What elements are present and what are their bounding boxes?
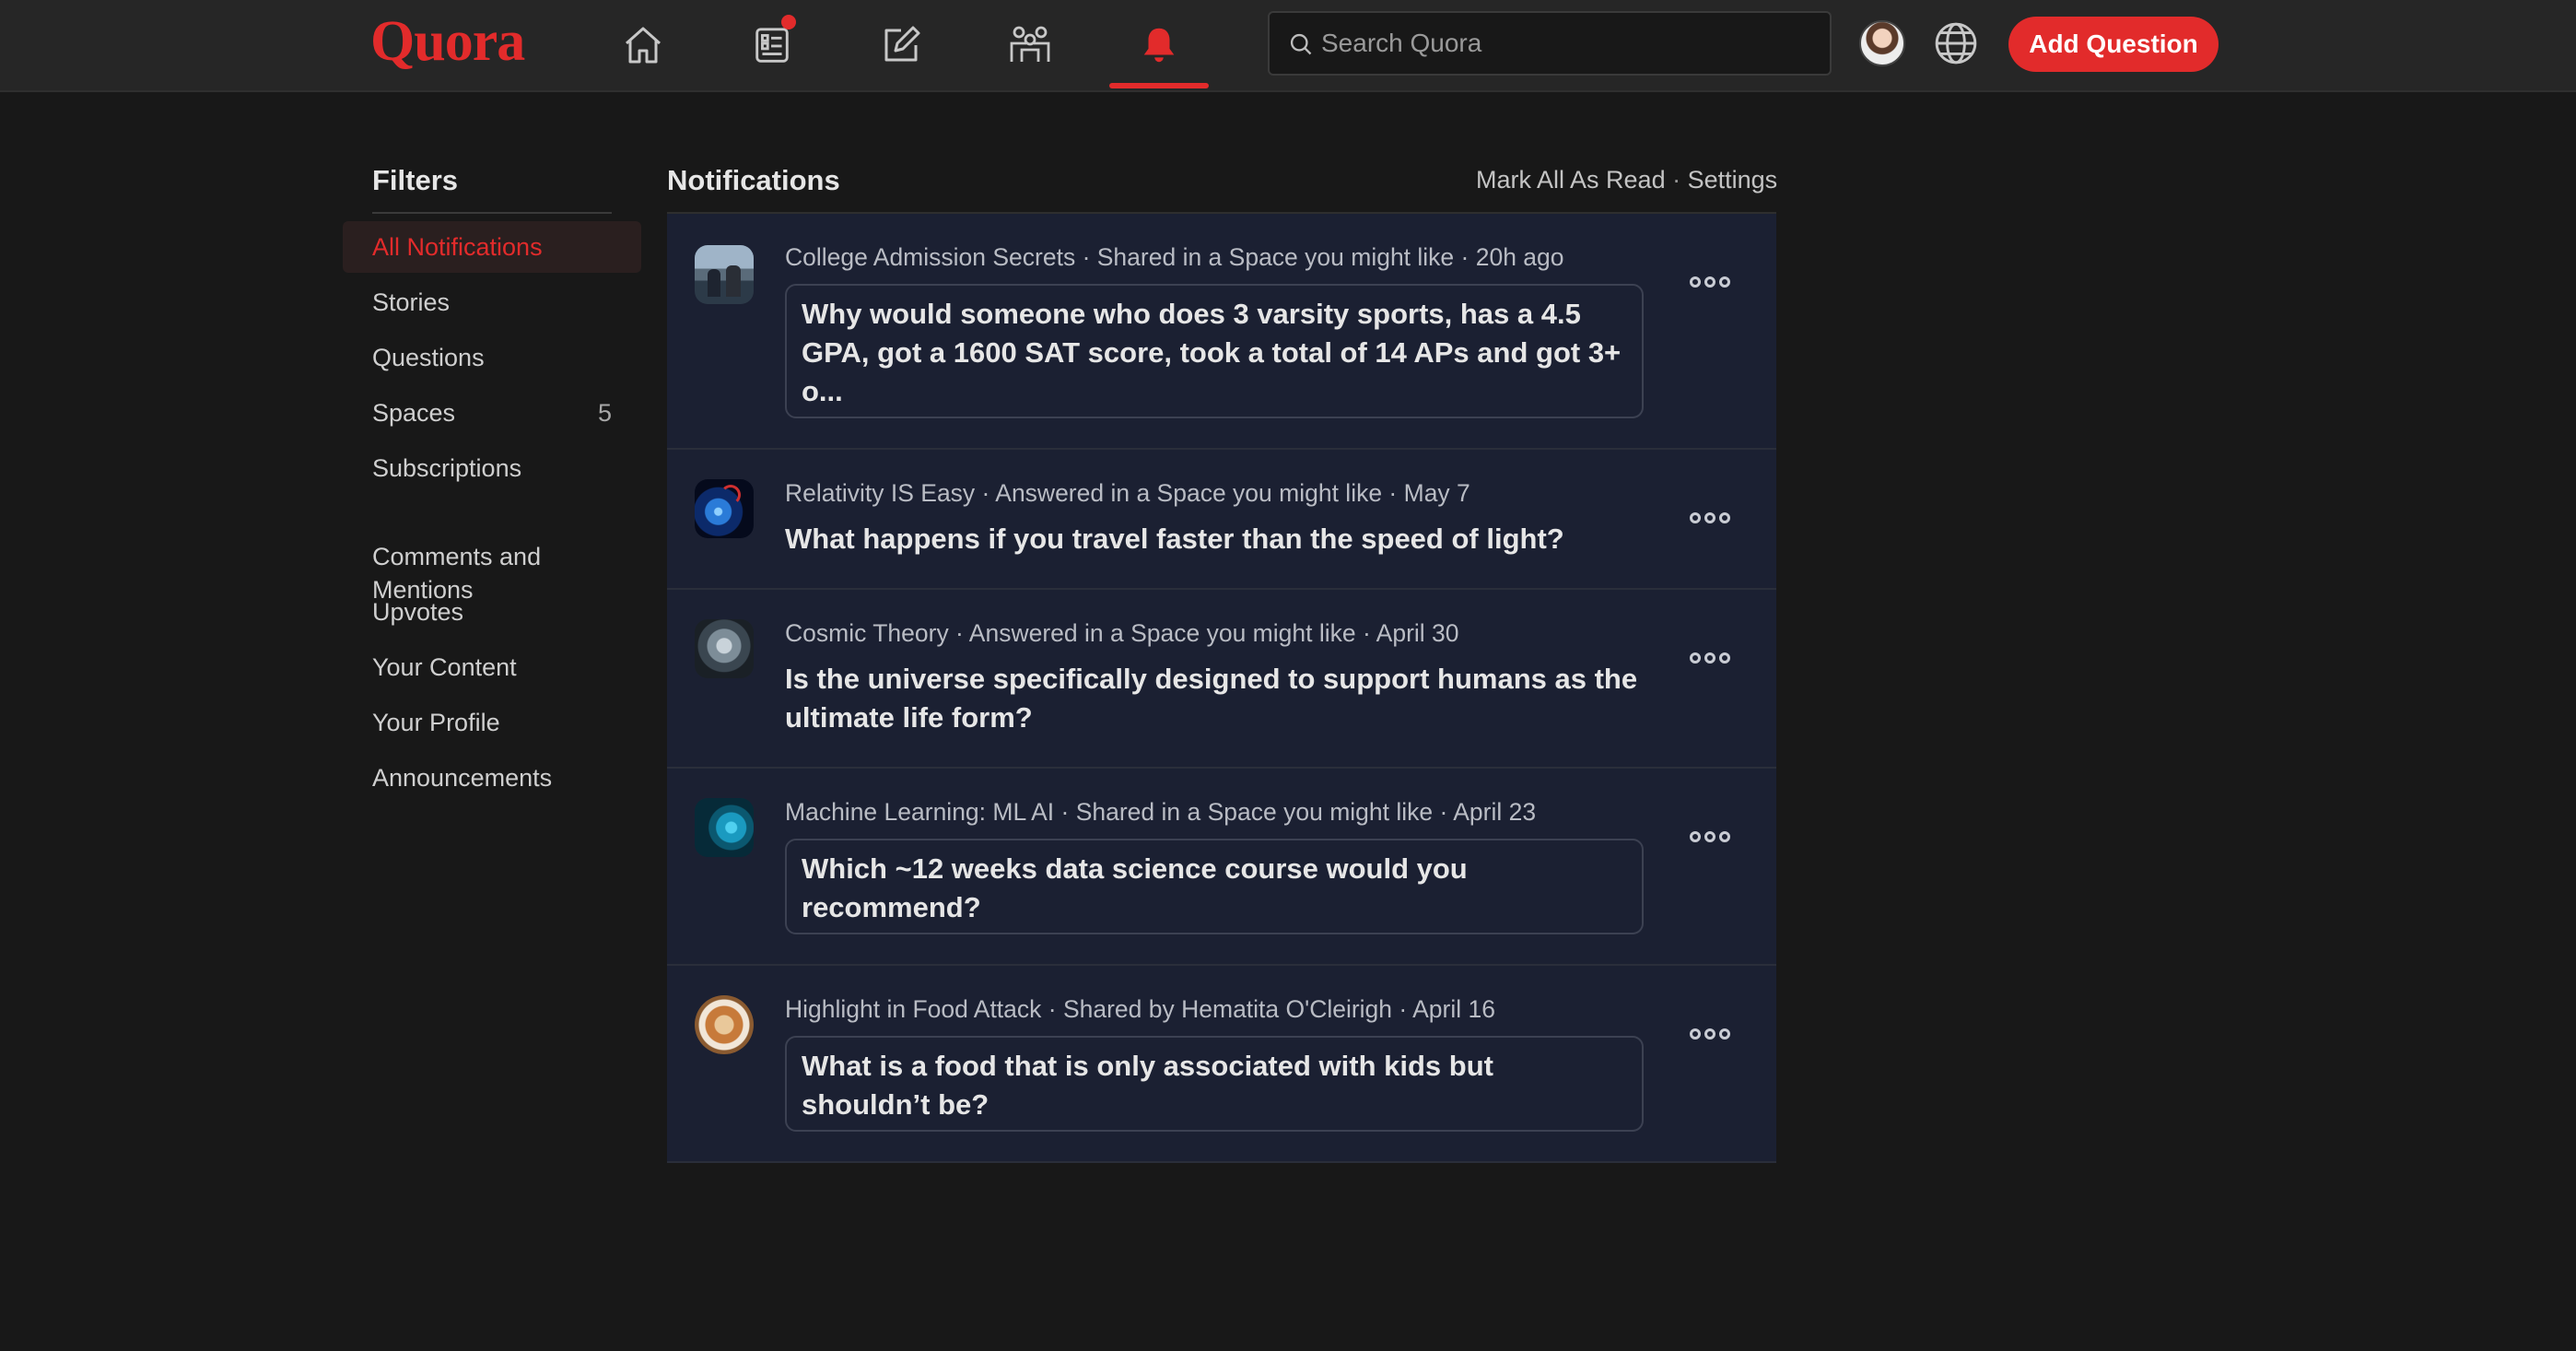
notification-question[interactable]: What is a food that is only associated w… (785, 1036, 1644, 1132)
notification-question[interactable]: Why would someone who does 3 varsity spo… (785, 284, 1644, 418)
nav-following[interactable] (735, 15, 809, 76)
filter-label: All Notifications (372, 233, 543, 261)
space-thumbnail (695, 245, 754, 304)
space-thumbnail (695, 619, 754, 678)
quora-logo[interactable]: Quora (370, 9, 525, 75)
language-globe-button[interactable] (1933, 20, 1979, 71)
notification-meta: Cosmic Theory · Answered in a Space you … (785, 619, 1459, 647)
nav-notifications[interactable] (1122, 15, 1196, 76)
space-thumbnail (695, 479, 754, 538)
globe-icon (1935, 22, 1977, 65)
more-options-button[interactable] (1690, 273, 1730, 291)
notification-question[interactable]: What happens if you travel faster than t… (785, 520, 1564, 558)
notification-item[interactable]: Cosmic Theory · Answered in a Space you … (667, 590, 1776, 769)
notification-actions: Mark All As Read · Settings (1476, 166, 1777, 194)
search-box[interactable] (1268, 11, 1832, 76)
filter-subscriptions[interactable]: Subscriptions (343, 452, 641, 485)
people-icon (1010, 26, 1050, 62)
filter-spaces[interactable]: Spaces 5 (343, 396, 641, 429)
list-icon (755, 28, 789, 63)
notification-item[interactable]: Relativity IS Easy · Answered in a Space… (667, 450, 1776, 590)
notification-item[interactable]: Machine Learning: ML AI · Shared in a Sp… (667, 769, 1776, 966)
filter-upvotes[interactable]: Upvotes (343, 595, 641, 629)
active-tab-indicator (1109, 83, 1209, 88)
filters-heading: Filters (372, 164, 459, 196)
edit-icon (884, 26, 920, 62)
filter-count-badge: 5 (597, 399, 612, 427)
nav-answer[interactable] (864, 15, 938, 76)
filter-label: Spaces (372, 399, 456, 427)
filter-stories[interactable]: Stories (343, 286, 641, 319)
bell-icon (1143, 28, 1175, 63)
filter-your-profile[interactable]: Your Profile (343, 706, 641, 739)
filter-label: Your Profile (372, 709, 500, 736)
filter-questions[interactable]: Questions (343, 341, 641, 374)
more-options-button[interactable] (1690, 649, 1730, 667)
notification-meta: Highlight in Food Attack · Shared by Hem… (785, 995, 1495, 1023)
search-icon (1290, 33, 1312, 55)
separator: · (1665, 166, 1688, 194)
more-options-button[interactable] (1690, 828, 1730, 846)
filter-label: Your Content (372, 653, 517, 681)
filters-divider (372, 212, 612, 214)
space-thumbnail (695, 798, 754, 857)
filter-comments-and-mentions[interactable]: Comments and Mentions (343, 507, 641, 606)
space-thumbnail (695, 995, 754, 1054)
notifications-heading: Notifications (667, 164, 840, 196)
mark-all-read-link[interactable]: Mark All As Read (1476, 166, 1666, 194)
more-options-button[interactable] (1690, 509, 1730, 527)
following-badge (781, 15, 796, 29)
notification-meta: College Admission Secrets · Shared in a … (785, 243, 1564, 271)
home-icon (626, 27, 661, 64)
notification-question[interactable]: Which ~12 weeks data science course woul… (785, 839, 1644, 934)
filter-label: Announcements (372, 764, 553, 792)
notification-item[interactable]: College Admission Secrets · Shared in a … (667, 214, 1776, 450)
add-question-button[interactable]: Add Question (2008, 17, 2219, 72)
filter-label: Stories (372, 288, 451, 316)
notification-question[interactable]: Is the universe specifically designed to… (785, 660, 1669, 737)
nav-spaces[interactable] (993, 15, 1067, 76)
filter-all-notifications[interactable]: All Notifications (343, 221, 641, 273)
notification-meta: Machine Learning: ML AI · Shared in a Sp… (785, 798, 1537, 826)
filter-label: Subscriptions (372, 454, 522, 482)
filter-your-content[interactable]: Your Content (343, 651, 641, 684)
filter-label: Upvotes (372, 598, 464, 626)
settings-link[interactable]: Settings (1688, 166, 1778, 194)
notification-list: College Admission Secrets · Shared in a … (667, 212, 1776, 1163)
search-input[interactable] (1321, 13, 1819, 74)
nav-home[interactable] (606, 15, 680, 76)
notification-meta: Relativity IS Easy · Answered in a Space… (785, 479, 1470, 507)
top-navigation-bar: Quora Search Quora Add Question (0, 0, 2576, 92)
filter-label: Questions (372, 344, 485, 371)
more-options-button[interactable] (1690, 1025, 1730, 1043)
profile-avatar[interactable] (1859, 20, 1905, 66)
notification-item[interactable]: Highlight in Food Attack · Shared by Hem… (667, 966, 1776, 1163)
filter-announcements[interactable]: Announcements (343, 761, 641, 794)
